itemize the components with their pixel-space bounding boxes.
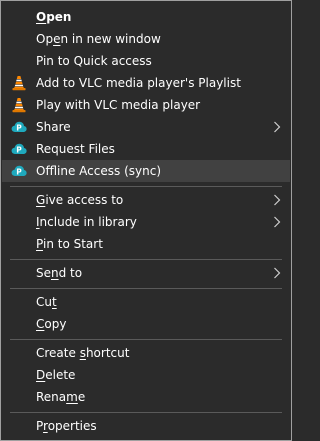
menu-separator bbox=[10, 288, 282, 289]
vlc-icon bbox=[12, 76, 26, 91]
menu-item-offline-access-sync[interactable]: P Offline Access (sync) bbox=[2, 160, 290, 182]
menu-item-play-with-vlc[interactable]: Play with VLC media player bbox=[2, 94, 290, 116]
menu-item-label: Copy bbox=[36, 317, 67, 331]
menu-item-label: Open in new window bbox=[36, 32, 161, 46]
menu-separator bbox=[10, 186, 282, 187]
menu-item-label: Create shortcut bbox=[36, 346, 130, 360]
menu-item-request-files[interactable]: P Request Files bbox=[2, 138, 290, 160]
context-menu: Open Open in new window Pin to Quick acc… bbox=[0, 0, 292, 441]
menu-separator bbox=[10, 259, 282, 260]
pcloud-icon: P bbox=[11, 143, 27, 154]
chevron-right-icon bbox=[274, 267, 281, 279]
menu-item-send-to[interactable]: Send to bbox=[2, 262, 290, 284]
menu-item-label: Cut bbox=[36, 295, 57, 309]
menu-item-open[interactable]: Open bbox=[2, 6, 290, 28]
chevron-right-icon bbox=[274, 194, 281, 206]
menu-item-rename[interactable]: Rename bbox=[2, 386, 290, 408]
menu-item-label: Share bbox=[36, 120, 71, 134]
menu-item-add-to-vlc-playlist[interactable]: Add to VLC media player's Playlist bbox=[2, 72, 290, 94]
menu-item-label: Delete bbox=[36, 368, 76, 382]
menu-item-label: Give access to bbox=[36, 193, 124, 207]
menu-item-label: Add to VLC media player's Playlist bbox=[36, 76, 241, 90]
pcloud-icon: P bbox=[11, 165, 27, 176]
menu-item-pin-to-start[interactable]: Pin to Start bbox=[2, 233, 290, 255]
menu-separator bbox=[10, 339, 282, 340]
menu-item-share[interactable]: P Share bbox=[2, 116, 290, 138]
menu-item-include-in-library[interactable]: Include in library bbox=[2, 211, 290, 233]
menu-item-create-shortcut[interactable]: Create shortcut bbox=[2, 342, 290, 364]
menu-item-label: Properties bbox=[36, 419, 97, 433]
svg-text:P: P bbox=[16, 167, 22, 176]
menu-item-label: Pin to Start bbox=[36, 237, 103, 251]
menu-item-properties[interactable]: Properties bbox=[2, 415, 290, 437]
svg-text:P: P bbox=[16, 145, 22, 154]
menu-item-label: Request Files bbox=[36, 142, 115, 156]
menu-item-label: Send to bbox=[36, 266, 83, 280]
menu-item-label: Pin to Quick access bbox=[36, 54, 152, 68]
menu-item-cut[interactable]: Cut bbox=[2, 291, 290, 313]
menu-item-label: Open bbox=[36, 10, 72, 24]
menu-item-label: Include in library bbox=[36, 215, 137, 229]
menu-separator bbox=[10, 412, 282, 413]
menu-item-label: Offline Access (sync) bbox=[36, 164, 161, 178]
chevron-right-icon bbox=[274, 216, 281, 228]
pcloud-icon: P bbox=[11, 121, 27, 132]
svg-text:P: P bbox=[16, 123, 22, 132]
menu-item-label: Play with VLC media player bbox=[36, 98, 201, 112]
menu-item-give-access-to[interactable]: Give access to bbox=[2, 189, 290, 211]
menu-item-label: Rename bbox=[36, 390, 86, 404]
menu-item-open-in-new-window[interactable]: Open in new window bbox=[2, 28, 290, 50]
menu-item-delete[interactable]: Delete bbox=[2, 364, 290, 386]
menu-item-pin-to-quick-access[interactable]: Pin to Quick access bbox=[2, 50, 290, 72]
chevron-right-icon bbox=[274, 121, 281, 133]
menu-item-copy[interactable]: Copy bbox=[2, 313, 290, 335]
vlc-icon bbox=[12, 98, 26, 113]
